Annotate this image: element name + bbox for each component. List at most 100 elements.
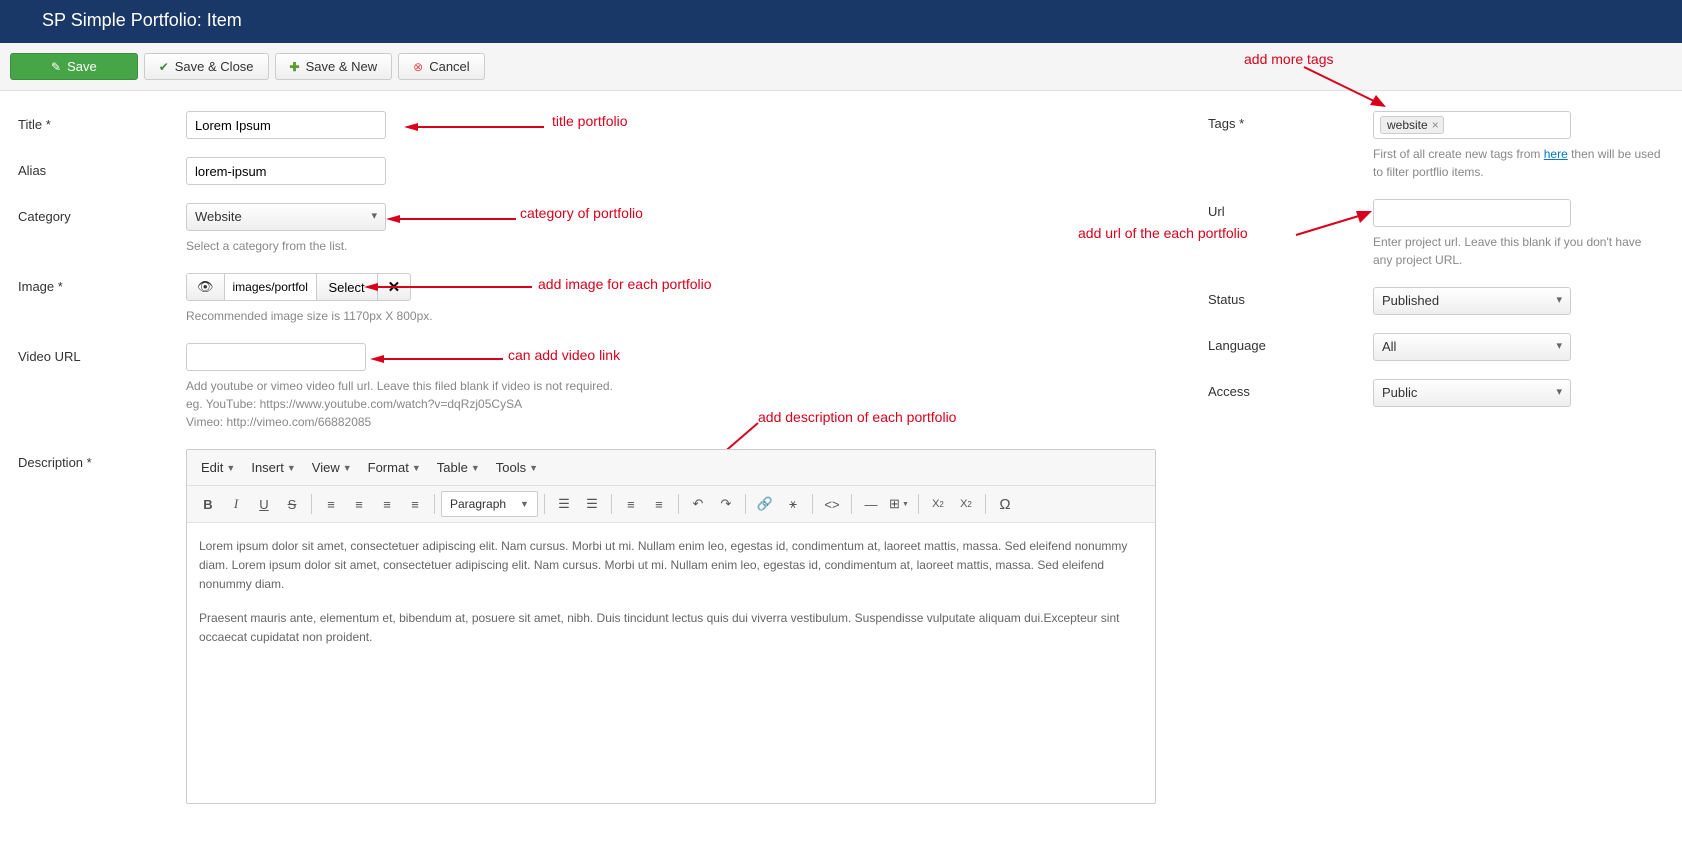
access-label: Access [1208,379,1373,399]
tag-label: website [1387,118,1428,132]
image-path-input[interactable] [225,273,317,301]
caret-icon: ▼ [471,463,480,473]
menu-edit[interactable]: Edit▼ [195,456,241,479]
caret-icon: ▼ [287,463,296,473]
subscript-button[interactable]: X2 [925,491,951,517]
plus-icon: ✚ [290,60,300,74]
content-paragraph: Lorem ipsum dolor sit amet, consectetuer… [199,537,1143,595]
save-button[interactable]: ✎ Save [10,53,138,80]
italic-button[interactable]: I [223,491,249,517]
link-button[interactable]: 🔗 [752,491,778,517]
unlink-button[interactable]: ⚹ [780,491,806,517]
content-area: Title * title portfolio Alias Category W… [0,91,1682,842]
save-new-label: Save & New [306,59,378,74]
rich-text-editor: Edit▼ Insert▼ View▼ Format▼ Table▼ Tools… [186,449,1156,804]
title-input[interactable] [186,111,386,139]
strikethrough-button[interactable]: S [279,491,305,517]
check-icon: ✔ [159,60,169,74]
annotation-url: add url of the each portfolio [1078,225,1248,241]
outdent-button[interactable]: ≡ [618,491,644,517]
arrow-icon [1294,209,1374,239]
align-left-button[interactable]: ≡ [318,491,344,517]
separator [985,494,986,514]
title-label: Title * [18,111,186,132]
tag-chip: website × [1380,116,1444,134]
separator [812,494,813,514]
url-help: Enter project url. Leave this blank if y… [1373,233,1664,269]
category-value: Website [195,209,242,224]
save-new-button[interactable]: ✚ Save & New [275,53,393,80]
video-label: Video URL [18,343,186,364]
tag-remove-icon[interactable]: × [1432,118,1439,132]
save-close-label: Save & Close [175,59,254,74]
arrow-icon [386,215,516,229]
annotation-description: add description of each portfolio [758,409,956,425]
main-form: Title * title portfolio Alias Category W… [18,111,1178,822]
undo-button[interactable]: ↶ [685,491,711,517]
arrow-icon [404,123,544,137]
cancel-label: Cancel [429,59,469,74]
save-icon: ✎ [51,60,61,74]
separator [918,494,919,514]
action-toolbar: ✎ Save ✔ Save & Close ✚ Save & New ⊗ Can… [0,43,1682,91]
tags-help-link[interactable]: here [1544,147,1568,161]
language-label: Language [1208,333,1373,353]
image-help: Recommended image size is 1170px X 800px… [186,307,586,325]
separator [544,494,545,514]
menu-tools[interactable]: Tools▼ [490,456,544,479]
separator [851,494,852,514]
special-char-button[interactable]: Ω [992,491,1018,517]
url-input[interactable] [1373,199,1571,227]
caret-icon: ▼ [412,463,421,473]
table-button[interactable]: ⊞▼ [886,491,912,517]
align-right-button[interactable]: ≡ [374,491,400,517]
tags-label: Tags * [1208,111,1373,131]
caret-icon: ▼ [226,463,235,473]
alias-label: Alias [18,157,186,178]
number-list-button[interactable]: ☰ [579,491,605,517]
arrow-icon [1302,65,1392,111]
video-help: Add youtube or vimeo video full url. Lea… [186,377,686,431]
separator [678,494,679,514]
tags-input[interactable]: website × [1373,111,1571,139]
bold-button[interactable]: B [195,491,221,517]
alias-input[interactable] [186,157,386,185]
eye-icon: 👁 [197,279,214,295]
separator [611,494,612,514]
menu-insert[interactable]: Insert▼ [245,456,301,479]
redo-button[interactable]: ↷ [713,491,739,517]
indent-button[interactable]: ≡ [646,491,672,517]
superscript-button[interactable]: X2 [953,491,979,517]
align-justify-button[interactable]: ≡ [402,491,428,517]
editor-menubar: Edit▼ Insert▼ View▼ Format▼ Table▼ Tools… [187,450,1155,486]
menu-format[interactable]: Format▼ [362,456,427,479]
annotation-category: category of portfolio [520,205,643,221]
arrow-icon [370,355,503,369]
align-center-button[interactable]: ≡ [346,491,372,517]
bullet-list-button[interactable]: ☰ [551,491,577,517]
image-label: Image * [18,273,186,294]
hr-button[interactable]: — [858,491,884,517]
video-input[interactable] [186,343,366,371]
access-select[interactable]: Public [1373,379,1571,407]
page-header: SP Simple Portfolio: Item [0,0,1682,43]
page-title: SP Simple Portfolio: Item [42,10,242,30]
save-close-button[interactable]: ✔ Save & Close [144,53,269,80]
cancel-button[interactable]: ⊗ Cancel [398,53,485,80]
code-button[interactable]: <> [819,491,845,517]
menu-view[interactable]: View▼ [306,456,358,479]
annotation-image: add image for each portfolio [538,276,712,292]
editor-content[interactable]: Lorem ipsum dolor sit amet, consectetuer… [187,523,1155,803]
format-select[interactable]: Paragraph ▼ [441,491,538,517]
annotation-video: can add video link [508,347,620,363]
menu-table[interactable]: Table▼ [431,456,486,479]
status-select[interactable]: Published [1373,287,1571,315]
category-select[interactable]: Website [186,203,386,231]
language-select[interactable]: All [1373,333,1571,361]
underline-button[interactable]: U [251,491,277,517]
category-label: Category [18,203,186,224]
save-label: Save [67,59,97,74]
caret-icon: ▼ [529,463,538,473]
video-help-line3: Vimeo: http://vimeo.com/66882085 [186,413,686,431]
image-preview-button[interactable]: 👁 [186,273,225,301]
